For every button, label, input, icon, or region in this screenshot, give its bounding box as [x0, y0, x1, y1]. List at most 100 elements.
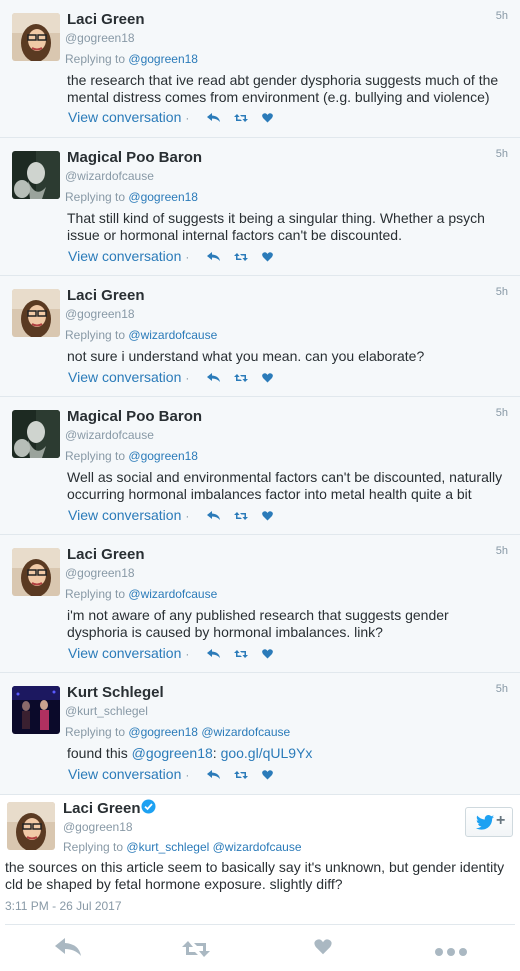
focused-tweet: Laci Green @gogreen18 + Replying to @kur… [0, 795, 520, 971]
avatar[interactable] [12, 686, 60, 734]
reply-icon[interactable] [207, 249, 221, 265]
replying-to-label: Replying to [65, 725, 126, 739]
mention-link[interactable]: @gogreen18 [128, 52, 198, 66]
mention-link[interactable]: @gogreen18 [128, 190, 198, 204]
retweet-icon[interactable] [182, 939, 210, 964]
heart-icon[interactable] [262, 508, 273, 524]
replying-to-label: Replying to [65, 587, 126, 601]
tweet-actions: View conversation · [68, 109, 273, 126]
avatar[interactable] [12, 289, 60, 337]
heart-icon[interactable] [262, 249, 273, 265]
heart-icon[interactable] [262, 646, 273, 662]
author-name[interactable]: Magical Poo Baron [67, 408, 202, 425]
author-name[interactable]: Laci Green [63, 800, 141, 817]
retweet-icon[interactable] [234, 508, 249, 524]
replying-to: Replying to @kurt_schlegel @wizardofcaus… [63, 840, 302, 854]
author-name[interactable]: Laci Green [67, 287, 145, 304]
tweet-text: i'm not aware of any published research … [67, 607, 449, 640]
tweet-text-colon: : [212, 745, 217, 761]
tweet-time[interactable]: 5h [496, 683, 508, 695]
author-handle[interactable]: @gogreen18 [65, 566, 135, 580]
reply-icon[interactable] [207, 646, 221, 662]
author-name[interactable]: Laci Green [67, 546, 145, 563]
author-handle[interactable]: @kurt_schlegel [65, 704, 148, 718]
mention-link[interactable]: @gogreen18 [128, 449, 198, 463]
author-name[interactable]: Magical Poo Baron [67, 149, 202, 166]
mention-link[interactable]: @wizardofcause [128, 587, 217, 601]
replying-to-label: Replying to [65, 52, 126, 66]
tweet-text-prefix: found this [67, 745, 128, 761]
tweet-text: the sources on this article seem to basi… [5, 859, 505, 892]
tweet-4[interactable]: Magical Poo Baron @wizardofcause 5h Repl… [0, 397, 520, 535]
tweet-time[interactable]: 5h [496, 286, 508, 298]
view-conversation-link[interactable]: View conversation [68, 369, 181, 385]
avatar[interactable] [12, 548, 60, 596]
replying-to: Replying to @wizardofcause [65, 328, 217, 342]
tweet-actions: View conversation · [68, 766, 273, 783]
view-conversation-link[interactable]: View conversation [68, 766, 181, 782]
mention-link-2[interactable]: @wizardofcause [213, 840, 302, 854]
heart-icon[interactable] [314, 939, 332, 960]
avatar[interactable] [12, 13, 60, 61]
tweet-time[interactable]: 5h [496, 407, 508, 419]
replying-to-label: Replying to [65, 328, 126, 342]
retweet-icon[interactable] [234, 370, 249, 386]
view-conversation-link[interactable]: View conversation [68, 507, 181, 523]
reply-icon[interactable] [207, 508, 221, 524]
tweet-text: found this @gogreen18: goo.gl/qUL9Yx [67, 745, 510, 762]
follow-button[interactable]: + [465, 807, 513, 837]
author-name[interactable]: Kurt Schlegel [67, 684, 164, 701]
tweet-3[interactable]: Laci Green @gogreen18 5h Replying to @wi… [0, 276, 520, 397]
retweet-icon[interactable] [234, 646, 249, 662]
heart-icon[interactable] [262, 767, 273, 783]
tweet-mention-link[interactable]: @gogreen18 [132, 745, 213, 761]
plus-icon: + [496, 812, 506, 829]
view-conversation-link[interactable]: View conversation [68, 109, 181, 125]
tweet-6[interactable]: Kurt Schlegel @kurt_schlegel 5h Replying… [0, 673, 520, 795]
tweet-2[interactable]: Magical Poo Baron @wizardofcause 5h Repl… [0, 138, 520, 276]
retweet-icon[interactable] [234, 249, 249, 265]
avatar[interactable] [12, 151, 60, 199]
heart-icon[interactable] [262, 370, 273, 386]
reply-icon[interactable] [207, 370, 221, 386]
author-handle[interactable]: @wizardofcause [65, 169, 154, 183]
mention-link[interactable]: @wizardofcause [128, 328, 217, 342]
reply-icon[interactable] [207, 110, 221, 126]
twitter-bird-icon [476, 815, 494, 835]
tweet-time[interactable]: 5h [496, 545, 508, 557]
tweet-time[interactable]: 5h [496, 10, 508, 22]
view-conversation-link[interactable]: View conversation [68, 645, 181, 661]
retweet-icon[interactable] [234, 767, 249, 783]
replying-to: Replying to @gogreen18 [65, 52, 198, 66]
tweet-actions: View conversation · [68, 369, 273, 386]
mention-link[interactable]: @kurt_schlegel [126, 840, 209, 854]
avatar[interactable] [12, 410, 60, 458]
author-handle[interactable]: @gogreen18 [63, 820, 133, 834]
tweet-actions: View conversation · [68, 248, 273, 265]
verified-badge-icon [141, 799, 156, 819]
mention-link-2[interactable]: @wizardofcause [201, 725, 290, 739]
author-handle[interactable]: @gogreen18 [65, 307, 135, 321]
tweet-url-link[interactable]: goo.gl/qUL9Yx [221, 745, 313, 761]
more-icon[interactable] [434, 944, 468, 962]
author-name[interactable]: Laci Green [67, 11, 145, 28]
action-bar [0, 925, 520, 971]
tweet-1[interactable]: Laci Green @gogreen18 5h Replying to @go… [0, 0, 520, 138]
heart-icon[interactable] [262, 110, 273, 126]
mention-link[interactable]: @gogreen18 [128, 725, 198, 739]
tweet-timestamp[interactable]: 3:11 PM - 26 Jul 2017 [5, 899, 122, 913]
view-conversation-link[interactable]: View conversation [68, 248, 181, 264]
retweet-icon[interactable] [234, 110, 249, 126]
replying-to: Replying to @gogreen18 [65, 190, 198, 204]
replying-to-label: Replying to [65, 190, 126, 204]
author-handle[interactable]: @gogreen18 [65, 31, 135, 45]
tweet-time[interactable]: 5h [496, 148, 508, 160]
tweet-text: the research that ive read abt gender dy… [67, 72, 499, 105]
replying-to-label: Replying to [65, 449, 126, 463]
reply-icon[interactable] [55, 938, 81, 963]
tweet-5[interactable]: Laci Green @gogreen18 5h Replying to @wi… [0, 535, 520, 673]
avatar[interactable] [7, 802, 55, 850]
tweet-text: That still kind of suggests it being a s… [67, 210, 485, 243]
author-handle[interactable]: @wizardofcause [65, 428, 154, 442]
reply-icon[interactable] [207, 767, 221, 783]
